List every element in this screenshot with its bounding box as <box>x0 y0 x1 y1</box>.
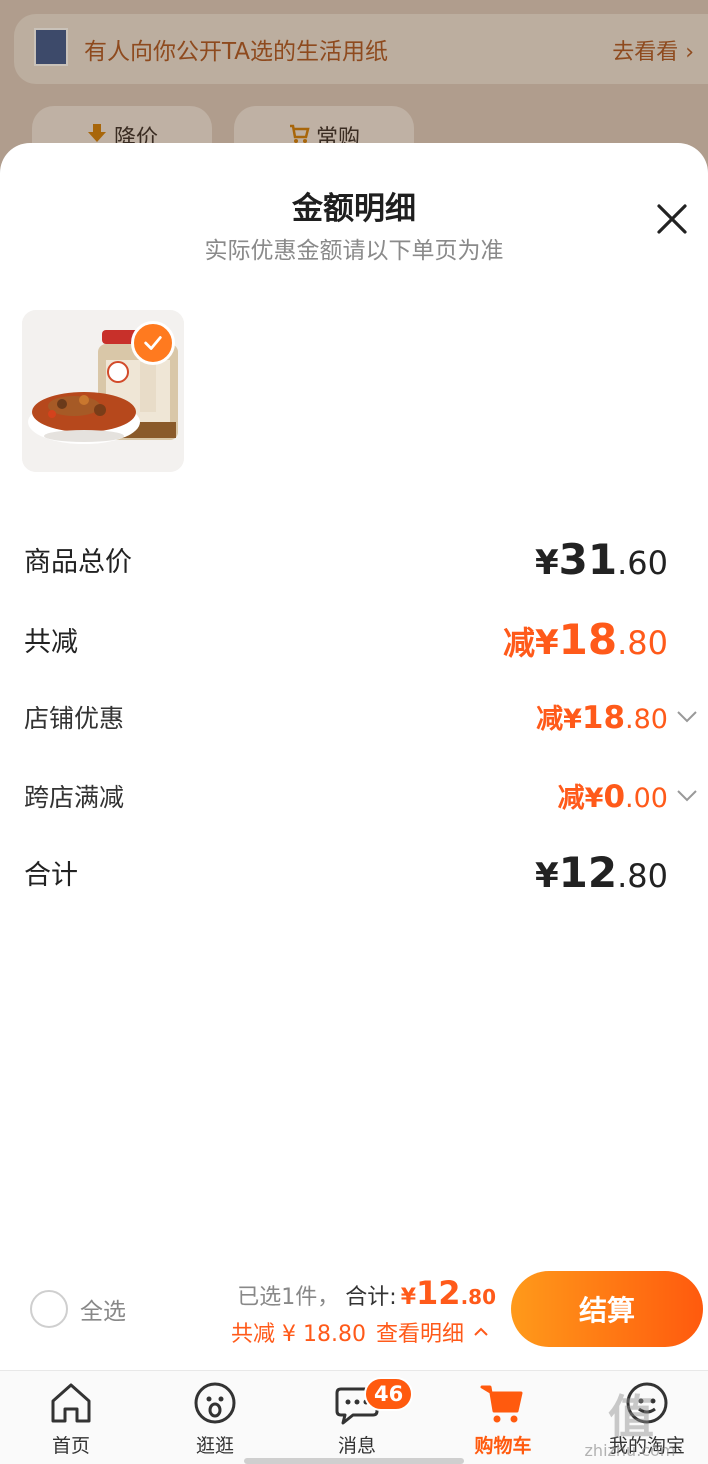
checkout-button[interactable]: 结算 <box>511 1271 703 1347</box>
banner-text: 有人向你公开TA选的生活用纸 <box>84 39 388 65</box>
sheet-subtitle: 实际优惠金额请以下单页为准 <box>204 238 504 264</box>
chevron-down-icon[interactable] <box>676 710 698 724</box>
selected-check-badge[interactable] <box>131 321 175 365</box>
tab-browse[interactable]: 逛逛 <box>160 1379 270 1458</box>
row-cross-store[interactable]: 跨店满减 减 ¥0.00 <box>24 776 698 815</box>
profile-icon <box>626 1382 668 1424</box>
tab-home[interactable]: 首页 <box>16 1379 126 1458</box>
select-all-label: 全选 <box>80 1299 126 1325</box>
sum-label: 合计 <box>24 860 78 891</box>
row-sum: 合计 ¥12.80 <box>24 848 668 897</box>
select-all[interactable]: 全选 <box>30 1290 126 1328</box>
sheet-title: 金额明细 <box>292 191 416 227</box>
total-discount-label: 共减 <box>24 627 78 658</box>
store-discount-label: 店铺优惠 <box>24 703 125 733</box>
home-indicator <box>244 1458 464 1464</box>
tab-messages[interactable]: 消息 46 <box>302 1377 414 1458</box>
row-total-discount: 共减 减 ¥18.80 <box>24 615 668 664</box>
home-icon <box>51 1383 91 1423</box>
banner-link[interactable]: 去看看 › <box>612 34 694 66</box>
cross-store-value: 减 ¥0.00 <box>557 779 668 815</box>
browse-face-icon <box>194 1382 236 1424</box>
chevron-up-icon <box>474 1327 488 1336</box>
price-drop-icon <box>87 124 106 142</box>
tab-cart[interactable]: 购物车 <box>448 1379 558 1458</box>
checkout-bar: 全选 已选1件， 合计: ¥12.80 共减 ¥ 18.80 查看明细 结算 <box>0 1260 708 1370</box>
message-count-badge: 46 <box>364 1377 414 1411</box>
goods-total-value: ¥31.60 <box>534 535 668 584</box>
view-detail-link[interactable]: 共减 ¥ 18.80 查看明细 <box>231 1316 488 1348</box>
cart-small-icon <box>289 124 310 143</box>
goods-total-label: 商品总价 <box>24 547 132 578</box>
tab-my-taobao[interactable]: 我的淘宝 <box>592 1379 702 1458</box>
check-icon <box>144 336 162 350</box>
cross-store-label: 跨店满减 <box>24 782 125 812</box>
checkout-summary: 已选1件， 合计: ¥12.80 <box>237 1274 496 1312</box>
row-store-discount[interactable]: 店铺优惠 减 ¥18.80 <box>24 697 698 736</box>
promo-banner[interactable]: 有人向你公开TA选的生活用纸 去看看 › <box>14 14 708 84</box>
total-discount-value: 减 ¥18.80 <box>502 615 668 664</box>
bottom-tab-bar: 首页 逛逛 消息 46 购物车 我的淘宝 <box>0 1370 708 1464</box>
banner-thumbnail <box>34 28 68 66</box>
chevron-down-icon[interactable] <box>676 789 698 803</box>
shopping-cart-icon <box>480 1385 523 1423</box>
close-icon[interactable] <box>654 201 690 237</box>
sum-value: ¥12.80 <box>534 848 668 897</box>
row-goods-total: 商品总价 ¥31.60 <box>24 535 668 584</box>
store-discount-value: 减 ¥18.80 <box>536 700 668 736</box>
select-all-radio[interactable] <box>30 1290 68 1328</box>
